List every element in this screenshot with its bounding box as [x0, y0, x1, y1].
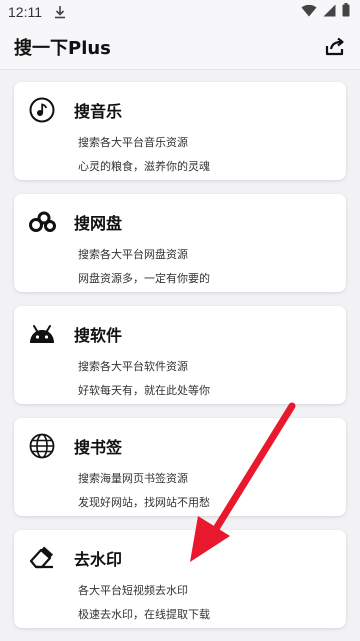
- cloud-drive-icon: [28, 208, 56, 236]
- share-icon[interactable]: [322, 34, 348, 60]
- card-title: 搜网盘: [74, 214, 123, 233]
- status-time: 12:11: [8, 4, 42, 20]
- eraser-icon: [28, 544, 56, 572]
- download-icon: [54, 5, 66, 19]
- card-description: 搜索海量网页书签资源: [78, 472, 188, 485]
- status-bar: 12:11: [0, 0, 360, 24]
- battery-icon: [342, 3, 350, 21]
- app-bar: 搜一下Plus: [0, 24, 360, 70]
- card-description: 搜索各大平台网盘资源: [78, 248, 188, 261]
- wifi-icon: [301, 4, 317, 21]
- card-title: 搜音乐: [74, 102, 123, 121]
- card-search-software[interactable]: 搜软件 搜索各大平台软件资源 好软每天有，就在此处等你: [14, 306, 346, 404]
- signal-icon: [323, 4, 336, 21]
- card-search-music[interactable]: 搜音乐 搜索各大平台音乐资源 心灵的粮食，滋养你的灵魂: [14, 82, 346, 180]
- card-slogan: 网盘资源多，一定有你要的: [78, 272, 210, 285]
- card-remove-watermark[interactable]: 去水印 各大平台短视频去水印 极速去水印，在线提取下载: [14, 530, 346, 628]
- card-search-bookmarks[interactable]: 搜书签 搜索海量网页书签资源 发现好网站，找网站不用愁: [14, 418, 346, 516]
- status-icons: [301, 3, 350, 21]
- music-note-icon: [28, 96, 56, 124]
- card-title: 搜书签: [74, 438, 123, 457]
- card-description: 搜索各大平台音乐资源: [78, 136, 188, 149]
- card-title: 搜软件: [74, 326, 123, 345]
- card-slogan: 好软每天有，就在此处等你: [78, 384, 210, 397]
- app-title: 搜一下Plus: [14, 37, 111, 59]
- card-search-cloud-drive[interactable]: 搜网盘 搜索各大平台网盘资源 网盘资源多，一定有你要的: [14, 194, 346, 292]
- android-icon: [28, 320, 56, 348]
- card-description: 各大平台短视频去水印: [78, 584, 188, 597]
- card-description: 搜索各大平台软件资源: [78, 360, 188, 373]
- globe-icon: [28, 432, 56, 460]
- card-slogan: 发现好网站，找网站不用愁: [78, 496, 210, 509]
- card-slogan: 极速去水印，在线提取下载: [78, 608, 210, 621]
- card-title: 去水印: [74, 550, 123, 569]
- card-slogan: 心灵的粮食，滋养你的灵魂: [78, 160, 210, 173]
